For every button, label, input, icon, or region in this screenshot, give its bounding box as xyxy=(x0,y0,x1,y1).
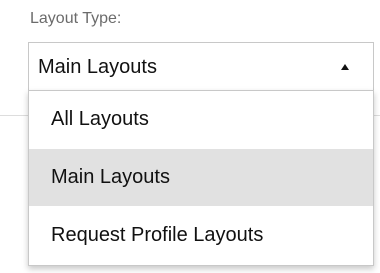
option-request-profile-layouts[interactable]: Request Profile Layouts xyxy=(29,207,373,264)
layout-type-form: Layout Type: Main Layouts All Layouts Ma… xyxy=(0,0,380,273)
background-divider xyxy=(0,115,28,116)
triangle-up-icon xyxy=(341,64,349,70)
layout-type-select[interactable]: Main Layouts xyxy=(28,42,374,90)
layout-type-label: Layout Type: xyxy=(30,10,122,27)
option-all-layouts[interactable]: All Layouts xyxy=(29,91,373,148)
layout-type-dropdown-list: All Layouts Main Layouts Request Profile… xyxy=(28,90,374,266)
background-divider xyxy=(374,115,380,116)
option-main-layouts[interactable]: Main Layouts xyxy=(29,149,373,206)
select-current-value: Main Layouts xyxy=(38,56,157,78)
